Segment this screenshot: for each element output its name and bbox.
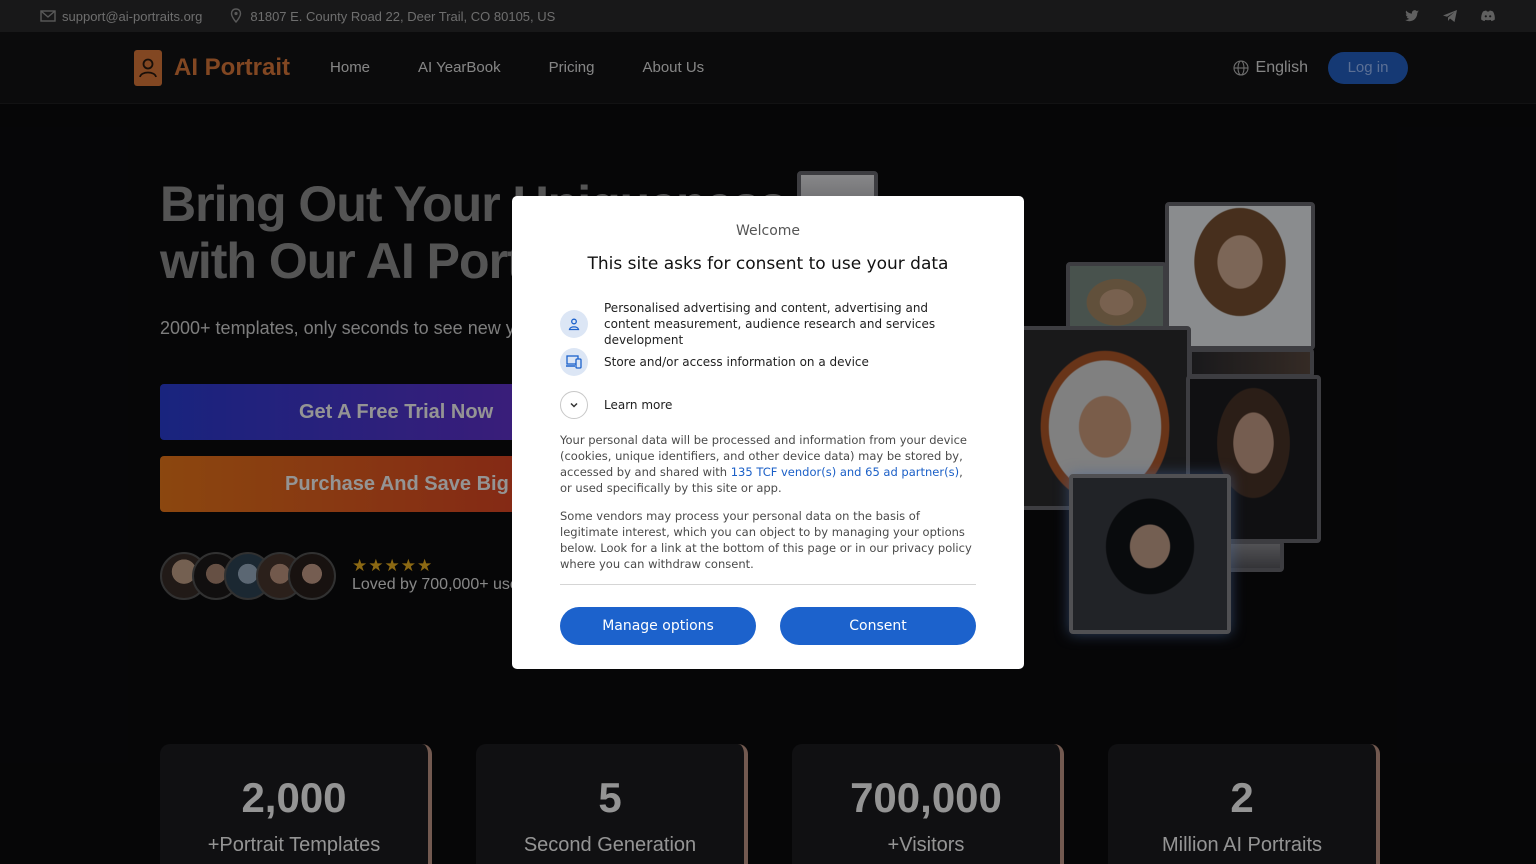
- purpose-text: Personalised advertising and content, ad…: [604, 301, 936, 347]
- devices-icon: [560, 348, 588, 376]
- purpose-text: Store and/or access information on a dev…: [604, 355, 869, 369]
- purpose-advertising: Personalised advertising and content, ad…: [560, 300, 974, 348]
- learn-more-toggle[interactable]: Learn more: [560, 391, 974, 419]
- consent-dialog: Welcome This site asks for consent to us…: [512, 196, 1024, 669]
- manage-options-button[interactable]: Manage options: [560, 607, 756, 645]
- data-processing-notice: Your personal data will be processed and…: [560, 432, 976, 496]
- learn-more-label: Learn more: [604, 398, 673, 412]
- dialog-title: This site asks for consent to use your d…: [587, 254, 949, 274]
- purpose-device-storage: Store and/or access information on a dev…: [560, 348, 974, 376]
- dialog-divider: [560, 584, 976, 585]
- legitimate-interest-notice: Some vendors may process your personal d…: [560, 509, 972, 571]
- dialog-welcome: Welcome: [735, 223, 801, 239]
- chevron-down-icon: [560, 391, 588, 419]
- person-icon: [560, 310, 588, 338]
- consent-button[interactable]: Consent: [780, 607, 976, 645]
- vendors-link[interactable]: 135 TCF vendor(s) and 65 ad partner(s): [731, 465, 959, 479]
